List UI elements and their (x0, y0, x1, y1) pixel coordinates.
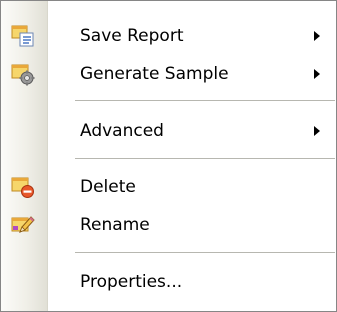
save-report-icon (11, 24, 35, 48)
submenu-arrow-icon (314, 126, 320, 136)
delete-icon (11, 175, 35, 199)
menu-separator (75, 158, 335, 159)
submenu-arrow-icon (314, 69, 320, 79)
context-menu: Save Report Generate Sample Advanced Del… (0, 0, 337, 312)
generate-sample-icon (11, 62, 35, 86)
menu-item-advanced[interactable]: Advanced (1, 112, 336, 150)
menu-item-label: Advanced (80, 121, 164, 141)
menu-separator (75, 100, 335, 101)
menu-item-properties[interactable]: Properties... (1, 263, 336, 301)
menu-item-label: Delete (80, 177, 136, 197)
menu-item-label: Properties... (80, 272, 183, 292)
menu-item-delete[interactable]: Delete (1, 168, 336, 206)
menu-item-save-report[interactable]: Save Report (1, 17, 336, 55)
menu-item-label: Generate Sample (80, 64, 229, 84)
menu-separator (75, 252, 335, 253)
rename-icon (11, 213, 35, 237)
menu-item-rename[interactable]: Rename (1, 206, 336, 244)
menu-item-label: Save Report (80, 26, 184, 46)
menu-item-generate-sample[interactable]: Generate Sample (1, 55, 336, 93)
menu-item-label: Rename (80, 215, 150, 235)
submenu-arrow-icon (314, 31, 320, 41)
